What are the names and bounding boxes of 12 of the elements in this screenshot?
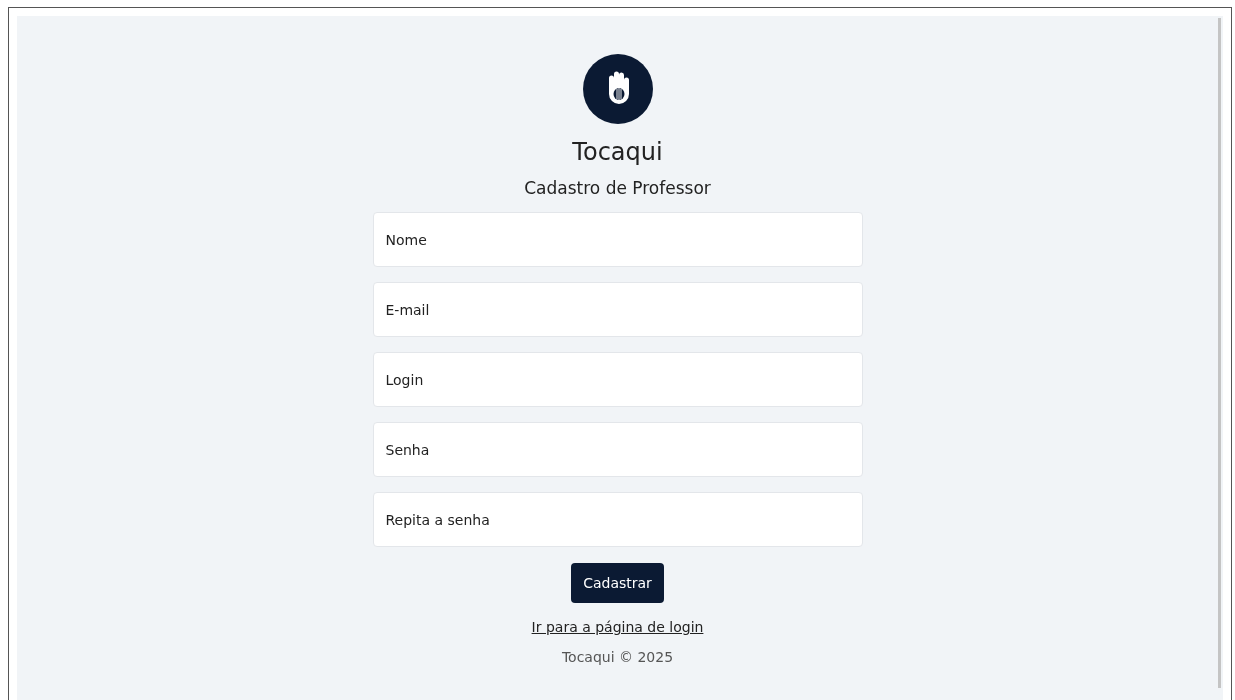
hand-logo-icon xyxy=(582,54,653,124)
scrollbar[interactable] xyxy=(1218,18,1221,688)
login-link[interactable]: Ir para a página de login xyxy=(531,619,704,635)
input-field[interactable]: Senha xyxy=(372,422,863,477)
input-field[interactable]: Login xyxy=(372,352,863,407)
input-field[interactable]: Repita a senha xyxy=(372,492,863,547)
footer-text: Tocaqui © 2025 xyxy=(561,649,674,665)
input-field[interactable]: E-mail xyxy=(372,282,863,337)
brand-name: Tocaqui xyxy=(572,138,663,166)
input-field[interactable]: Nome xyxy=(372,212,863,267)
form-title: Cadastro de Professor xyxy=(524,178,711,198)
submit-button[interactable]: Cadastrar xyxy=(571,563,664,603)
